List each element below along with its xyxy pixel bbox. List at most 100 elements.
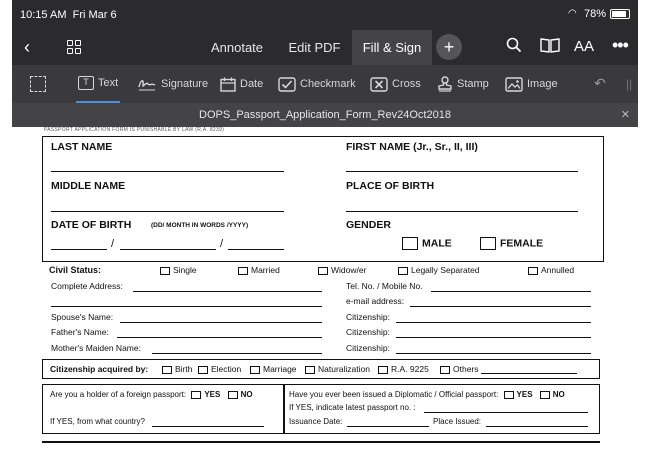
undo-icon[interactable]: ↶ <box>594 75 606 92</box>
foreign-country-label: If YES, from what country? <box>50 417 146 426</box>
middle-name-field[interactable] <box>51 211 284 212</box>
naturalization-checkbox[interactable] <box>305 365 315 374</box>
cit-others-field[interactable] <box>481 373 577 374</box>
complete-address-field-2[interactable] <box>51 306 322 307</box>
cit-naturalization-option[interactable]: Naturalization <box>305 364 370 374</box>
back-chevron-icon[interactable]: ‹ <box>24 37 30 58</box>
document-title: DOPS_Passport_Application_Form_Rev24Oct2… <box>199 109 451 121</box>
cit-birth-option[interactable]: Birth <box>162 364 192 374</box>
tab-fill-sign[interactable]: Fill & Sign <box>352 30 432 65</box>
gender-label: GENDER <box>346 219 391 231</box>
tool-signature-label: Signature <box>161 78 209 90</box>
male-checkbox[interactable] <box>402 237 418 250</box>
married-checkbox[interactable] <box>238 266 248 275</box>
foreign-passport-question: Are you a holder of a foreign passport: … <box>50 390 253 399</box>
foreign-no-checkbox[interactable] <box>227 390 238 399</box>
dob-slash-1: / <box>111 238 115 250</box>
civil-widow-option[interactable]: Widow/er <box>318 265 366 275</box>
ra9225-checkbox[interactable] <box>378 365 388 374</box>
father-citizenship-field[interactable] <box>396 337 591 338</box>
civil-annulled-option[interactable]: Annulled <box>528 265 574 275</box>
email-label: e-mail address: <box>346 296 405 306</box>
tool-stamp[interactable]: Stamp <box>437 65 489 103</box>
toolbar-divider: || <box>626 77 633 91</box>
latest-passport-field[interactable] <box>424 412 588 413</box>
last-name-field[interactable] <box>51 171 284 172</box>
dob-year-field[interactable] <box>228 249 284 250</box>
separated-checkbox[interactable] <box>398 266 408 275</box>
marriage-checkbox[interactable] <box>250 365 260 374</box>
issuance-date-field[interactable] <box>347 426 429 427</box>
widow-checkbox[interactable] <box>318 266 328 275</box>
tel-no-label: Tel. No. / Mobile No. <box>346 281 423 291</box>
gender-male-option[interactable]: MALE <box>402 237 452 250</box>
status-time: 10:15 AM Fri Mar 6 <box>20 9 117 21</box>
tool-image[interactable]: Image <box>505 65 558 103</box>
birth-checkbox[interactable] <box>162 365 172 374</box>
email-field[interactable] <box>410 306 591 307</box>
mother-citizenship-label: Citizenship: <box>346 343 390 353</box>
father-name-field[interactable] <box>117 337 322 338</box>
cit-others-option[interactable]: Others <box>440 364 479 374</box>
first-name-label: FIRST NAME (Jr., Sr., II, III) <box>346 141 478 153</box>
mother-citizenship-field[interactable] <box>396 353 591 354</box>
cit-election-option[interactable]: Election <box>198 364 241 374</box>
dob-month-field[interactable] <box>120 249 216 250</box>
diplomatic-no-checkbox[interactable] <box>539 390 550 399</box>
foreign-yes-checkbox[interactable] <box>191 390 202 399</box>
close-icon[interactable]: ✕ <box>621 108 630 121</box>
first-name-field[interactable] <box>346 171 578 172</box>
election-checkbox[interactable] <box>198 365 208 374</box>
civil-separated-option[interactable]: Legally Separated <box>398 265 480 275</box>
dob-format-hint: (DD/ MONTH IN WORDS /YYYY) <box>151 222 249 229</box>
complete-address-field[interactable] <box>133 291 322 292</box>
status-bar: 10:15 AM Fri Mar 6 ◠ 78% <box>12 0 638 30</box>
tool-signature[interactable]: Signature <box>137 65 208 103</box>
female-checkbox[interactable] <box>480 237 496 250</box>
dob-slash-2: / <box>220 238 224 250</box>
date-of-birth-label: DATE OF BIRTH <box>51 219 132 231</box>
spouse-name-field[interactable] <box>120 322 322 323</box>
thumbnails-grid-icon[interactable] <box>67 40 81 54</box>
tab-annotate[interactable]: Annotate <box>197 30 277 65</box>
tool-date[interactable]: Date <box>220 65 263 103</box>
others-checkbox[interactable] <box>440 365 450 374</box>
battery-icon <box>610 9 630 19</box>
place-of-birth-field[interactable] <box>346 211 578 212</box>
calendar-icon <box>220 77 236 92</box>
select-area-icon[interactable] <box>30 76 46 92</box>
spouse-name-label: Spouse's Name: <box>51 312 114 322</box>
tool-cross[interactable]: Cross <box>370 65 421 103</box>
foreign-country-field[interactable] <box>152 426 264 427</box>
single-checkbox[interactable] <box>160 266 170 275</box>
cross-icon <box>370 76 388 92</box>
wifi-icon: ◠ <box>567 8 577 19</box>
cit-ra9225-option[interactable]: R.A. 9225 <box>378 364 429 374</box>
add-button[interactable]: + <box>436 34 462 60</box>
diplomatic-passport-question: Have you ever been issued a Diplomatic /… <box>289 390 565 399</box>
tool-checkmark-label: Checkmark <box>300 78 356 90</box>
civil-single-option[interactable]: Single <box>160 265 197 275</box>
mother-name-field[interactable] <box>152 353 322 354</box>
text-size-icon[interactable]: AA <box>574 38 594 55</box>
tool-image-label: Image <box>527 78 558 90</box>
diplomatic-yes-checkbox[interactable] <box>503 390 514 399</box>
more-options-icon[interactable]: ••• <box>612 35 629 56</box>
pdf-page: PASSPORT APPLICATION FORM IS PUNISHABLE … <box>0 127 650 463</box>
annulled-checkbox[interactable] <box>528 266 538 275</box>
cit-marriage-option[interactable]: Marriage <box>250 364 297 374</box>
citizenship-acquired-label: Citizenship acquired by: <box>50 364 149 374</box>
gender-female-option[interactable]: FEMALE <box>480 237 543 250</box>
tab-edit-pdf[interactable]: Edit PDF <box>277 30 352 65</box>
dob-day-field[interactable] <box>51 249 107 250</box>
place-issued-field[interactable] <box>486 426 588 427</box>
spouse-citizenship-field[interactable] <box>396 322 591 323</box>
book-icon[interactable] <box>540 37 560 57</box>
tool-text[interactable]: T Text <box>76 65 121 103</box>
fill-sign-toolbar: T Text Signature Date Checkmark Cross St… <box>12 65 638 103</box>
signature-icon <box>138 80 156 91</box>
tool-checkmark[interactable]: Checkmark <box>278 65 356 103</box>
civil-married-option[interactable]: Married <box>238 265 280 275</box>
search-icon[interactable] <box>506 37 522 57</box>
tel-no-field[interactable] <box>431 291 591 292</box>
